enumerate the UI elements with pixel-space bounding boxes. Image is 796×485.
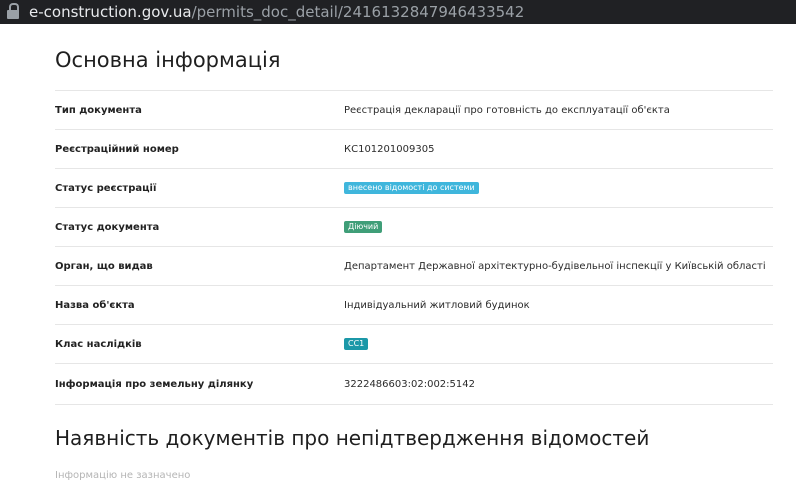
row-label-reg-status: Статус реєстрації xyxy=(55,182,157,194)
row-value-reg-status: внесено відомості до системи xyxy=(344,169,479,207)
row-value-doc-type: Реєстрація декларації про готовність до … xyxy=(344,104,670,116)
row-value-land-plot: 3222486603:02:002:5142 xyxy=(344,378,475,390)
row-label-doc-type: Тип документа xyxy=(55,104,142,116)
url-text[interactable]: e-construction.gov.ua/permits_doc_detail… xyxy=(29,3,524,21)
row-value-issuer: Департамент Державної архітектурно-будів… xyxy=(344,260,766,272)
row-label-object-name: Назва об'єкта xyxy=(55,299,135,311)
section-title-main-info: Основна інформація xyxy=(55,48,281,72)
info-table: Тип документа Реєстрація декларації про … xyxy=(55,90,773,405)
table-row: Статус реєстрації внесено відомості до с… xyxy=(55,168,773,207)
status-badge: внесено відомості до системи xyxy=(344,182,479,194)
table-row: Назва об'єкта Індивідуальний житловий бу… xyxy=(55,285,773,324)
row-label-doc-status: Статус документа xyxy=(55,221,160,233)
page-content: Основна інформація Тип документа Реєстра… xyxy=(0,24,796,485)
status-badge: Діючий xyxy=(344,221,383,233)
url-host: e-construction.gov.ua xyxy=(29,3,192,21)
empty-info-note: Інформацію не зазначено xyxy=(55,470,191,481)
table-row: Статус документа Діючий xyxy=(55,207,773,246)
lock-icon[interactable] xyxy=(6,0,26,24)
section-title-non-confirmation: Наявність документів про непідтвердження… xyxy=(55,426,650,450)
row-value-object-name: Індивідуальний житловий будинок xyxy=(344,299,530,311)
table-row: Реєстраційний номер КС101201009305 xyxy=(55,129,773,168)
table-row: Клас наслідків СС1 xyxy=(55,324,773,363)
url-path: /permits_doc_detail/2416132847946433542 xyxy=(191,3,525,21)
row-label-reg-number: Реєстраційний номер xyxy=(55,143,179,155)
row-value-consequence-class: СС1 xyxy=(344,325,369,363)
table-row: Орган, що видав Департамент Державної ар… xyxy=(55,246,773,285)
table-row: Тип документа Реєстрація декларації про … xyxy=(55,90,773,129)
row-label-consequence-class: Клас наслідків xyxy=(55,338,142,350)
row-label-land-plot: Інформація про земельну ділянку xyxy=(55,378,254,390)
row-value-reg-number: КС101201009305 xyxy=(344,143,435,155)
address-bar[interactable]: e-construction.gov.ua/permits_doc_detail… xyxy=(0,0,796,24)
table-row: Інформація про земельну ділянку 32224866… xyxy=(55,363,773,405)
row-label-issuer: Орган, що видав xyxy=(55,260,153,272)
class-badge: СС1 xyxy=(344,338,369,350)
row-value-doc-status: Діючий xyxy=(344,208,383,246)
